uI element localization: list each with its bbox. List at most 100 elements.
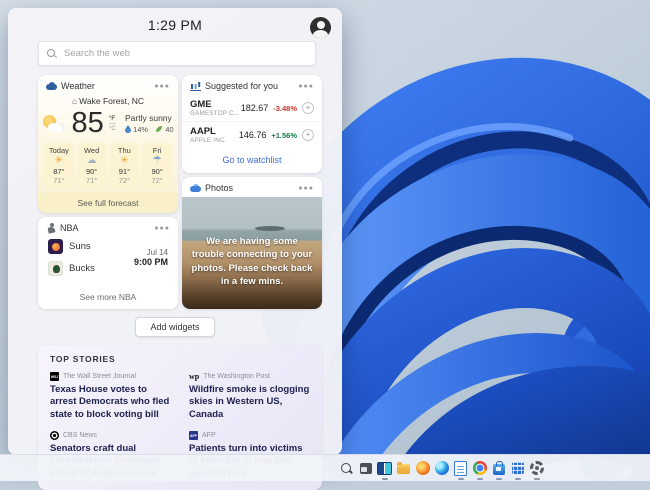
widget-columns: Weather ●●● ⌂ Wake Forest, NC 85 °F °C P… (8, 75, 342, 309)
basketball-player-icon (46, 223, 56, 233)
weather-condition: Partly sunny (125, 113, 172, 123)
taskbar-settings-button[interactable] (527, 455, 546, 481)
weather-location: ⌂ Wake Forest, NC (38, 96, 178, 106)
news-story[interactable]: WSJ The Wall Street Journal Texas House … (50, 372, 171, 421)
beach-photo: We are having some trouble connecting to… (182, 197, 322, 309)
calendar-icon (512, 462, 524, 474)
see-more-nba-link[interactable]: See more NBA (38, 285, 178, 309)
photos-title: Photos (205, 183, 233, 193)
leaf-icon (155, 125, 163, 133)
taskbar-media-player-button[interactable] (375, 455, 394, 481)
firefox-icon (416, 461, 430, 475)
story-headline[interactable]: Wildfire smoke is clogging skies in West… (189, 384, 310, 421)
taskbar (0, 454, 650, 481)
story-source: CBS News (63, 432, 97, 439)
weather-menu-icon[interactable]: ●●● (154, 83, 170, 90)
stocks-header: Suggested for you ●●● (182, 75, 322, 95)
suns-logo-icon (48, 239, 63, 254)
search-input[interactable] (62, 47, 307, 60)
story-headline[interactable]: Texas House votes to arrest Democrats wh… (50, 384, 171, 421)
web-search-bar[interactable] (38, 41, 316, 66)
home-icon: ⌂ (72, 97, 77, 106)
weather-title: Weather (61, 81, 95, 91)
stock-symbol: GME (190, 99, 241, 110)
top-stories-header: TOP STORIES (50, 354, 310, 364)
stock-identity: AAPL APPLE INC. (190, 126, 239, 144)
stock-change: +1.56% (271, 131, 297, 140)
taskbar-chrome-button[interactable] (470, 455, 489, 481)
nba-teams: Suns Bucks (48, 239, 95, 276)
sun-icon: ☀ (44, 155, 74, 167)
stocks-menu-icon[interactable]: ●●● (298, 83, 314, 90)
photos-widget[interactable]: Photos ●●● We are having some trouble co… (182, 177, 322, 309)
forecast-day[interactable]: Wed ☁ 90° 71° (77, 143, 107, 188)
forecast-day[interactable]: Thu ☀ 91° 72° (110, 143, 140, 188)
nba-header: NBA ●●● (38, 217, 178, 237)
stock-row[interactable]: GME GAMESTOP C... 182.67 -3.48% + (182, 95, 322, 121)
wsj-logo-icon: WSJ (50, 372, 59, 381)
media-player-icon (377, 462, 392, 475)
forecast-day[interactable]: Today ☀ 87° 71° (44, 143, 74, 188)
go-to-watchlist-link[interactable]: Go to watchlist (182, 148, 322, 173)
taskbar-search-button[interactable] (337, 455, 356, 481)
weather-widget[interactable]: Weather ●●● ⌂ Wake Forest, NC 85 °F °C P… (38, 75, 178, 213)
nba-widget[interactable]: NBA ●●● Suns Bucks (38, 217, 178, 309)
add-widgets-button[interactable]: Add widgets (135, 317, 214, 337)
taskbar-icons (337, 455, 546, 481)
rain-icon: ☂ (142, 155, 172, 167)
nba-title: NBA (60, 223, 79, 233)
search-icon (47, 49, 57, 59)
temperature-unit-toggle[interactable]: °F °C (109, 115, 116, 132)
nba-game-time: Jul 14 9:00 PM (134, 248, 168, 267)
stocks-widget[interactable]: Suggested for you ●●● GME GAMESTOP C... … (182, 75, 322, 173)
story-source: The Washington Post (203, 373, 270, 380)
add-to-watchlist-button[interactable]: + (302, 102, 314, 114)
add-widgets-container: Add widgets (8, 317, 342, 337)
stock-symbol: AAPL (190, 126, 239, 137)
see-full-forecast-link[interactable]: See full forecast (38, 193, 178, 213)
washington-post-logo-icon: wp (189, 372, 199, 381)
team-name: Bucks (69, 263, 95, 274)
file-explorer-icon (397, 464, 410, 474)
air-quality-stat: 40 (155, 125, 173, 134)
unit-celsius[interactable]: °C (109, 123, 116, 132)
stock-row[interactable]: AAPL APPLE INC. 146.76 +1.56% + (182, 121, 322, 148)
photos-icon (190, 184, 201, 193)
stock-chart-icon (190, 81, 201, 91)
nba-game[interactable]: Suns Bucks Jul 14 9:00 PM (38, 237, 178, 276)
chrome-icon (473, 461, 487, 475)
precipitation-stat: 14% (125, 125, 148, 134)
weather-header: Weather ●●● (38, 75, 178, 95)
widgets-panel: 1:29 PM Weather ●●● ⌂ Wake Forest, NC (8, 8, 342, 455)
game-start-time: 9:00 PM (134, 257, 168, 267)
nba-menu-icon[interactable]: ●●● (154, 225, 170, 232)
stock-price: 146.76 (239, 130, 267, 140)
taskbar-notes-button[interactable] (451, 455, 470, 481)
taskbar-task-view-button[interactable] (356, 455, 375, 481)
unit-fahrenheit[interactable]: °F (109, 115, 116, 122)
forecast-day[interactable]: Fri ☂ 90° 72° (142, 143, 172, 188)
stock-price: 182.67 (241, 103, 269, 113)
settings-gear-icon (530, 461, 544, 475)
weather-condition-block: Partly sunny 14% 40 (125, 113, 174, 134)
user-avatar-icon[interactable] (310, 17, 331, 38)
notes-icon (454, 461, 467, 476)
add-to-watchlist-button[interactable]: + (302, 129, 314, 141)
stocks-title: Suggested for you (205, 81, 278, 91)
story-source-row: AFP AFP (189, 431, 310, 440)
news-story[interactable]: wp The Washington Post Wildfire smoke is… (189, 372, 310, 421)
weather-temperature: 85 (71, 109, 103, 138)
island-silhouette (255, 226, 285, 231)
taskbar-edge-button[interactable] (432, 455, 451, 481)
story-source-row: WSJ The Wall Street Journal (50, 372, 171, 381)
photos-menu-icon[interactable]: ●●● (298, 185, 314, 192)
partly-sunny-icon (42, 115, 66, 133)
taskbar-calendar-button[interactable] (508, 455, 527, 481)
task-view-icon (360, 463, 372, 474)
taskbar-firefox-button[interactable] (413, 455, 432, 481)
taskbar-file-explorer-button[interactable] (394, 455, 413, 481)
weather-current: 85 °F °C Partly sunny 14% (38, 109, 178, 138)
game-date: Jul 14 (134, 248, 168, 257)
taskbar-store-button[interactable] (489, 455, 508, 481)
weather-cloud-icon (46, 82, 57, 91)
